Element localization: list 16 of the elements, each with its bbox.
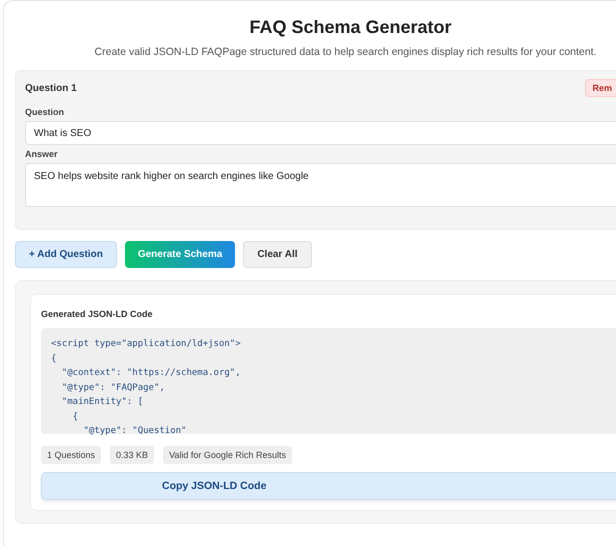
page-subtitle: Create valid JSON-LD FAQPage structured data to help search engines display rich results for your content. xyxy=(94,46,598,58)
stat-badge: Valid for Google Rich Results xyxy=(163,446,292,464)
page-title: FAQ Schema Generator xyxy=(248,17,453,38)
code-block: <script type="application/ld+json"> { "@context": "https://schema.org", "@type": "FAQPage", "mainEntity": [ { "@type": "Question" xyxy=(41,328,616,434)
remove-button[interactable]: Rem xyxy=(585,79,616,97)
stat-badge: 1 Questions xyxy=(41,446,102,464)
answer-textarea[interactable]: SEO helps website rank higher on search engines like Google xyxy=(25,163,616,207)
question-input[interactable]: What is SEO xyxy=(25,121,616,145)
field-label: Answer xyxy=(25,149,59,159)
plain-button[interactable]: Clear All xyxy=(243,241,312,268)
stat-badge: 0.33 KB xyxy=(110,446,154,464)
add-button[interactable]: + Add Question xyxy=(15,241,117,268)
field-label: Question xyxy=(25,107,66,117)
copy-button[interactable]: Copy JSON-LD Code xyxy=(41,472,616,500)
output-heading: Generated JSON-LD Code xyxy=(41,309,154,319)
question-heading: Question 1 xyxy=(25,82,77,94)
